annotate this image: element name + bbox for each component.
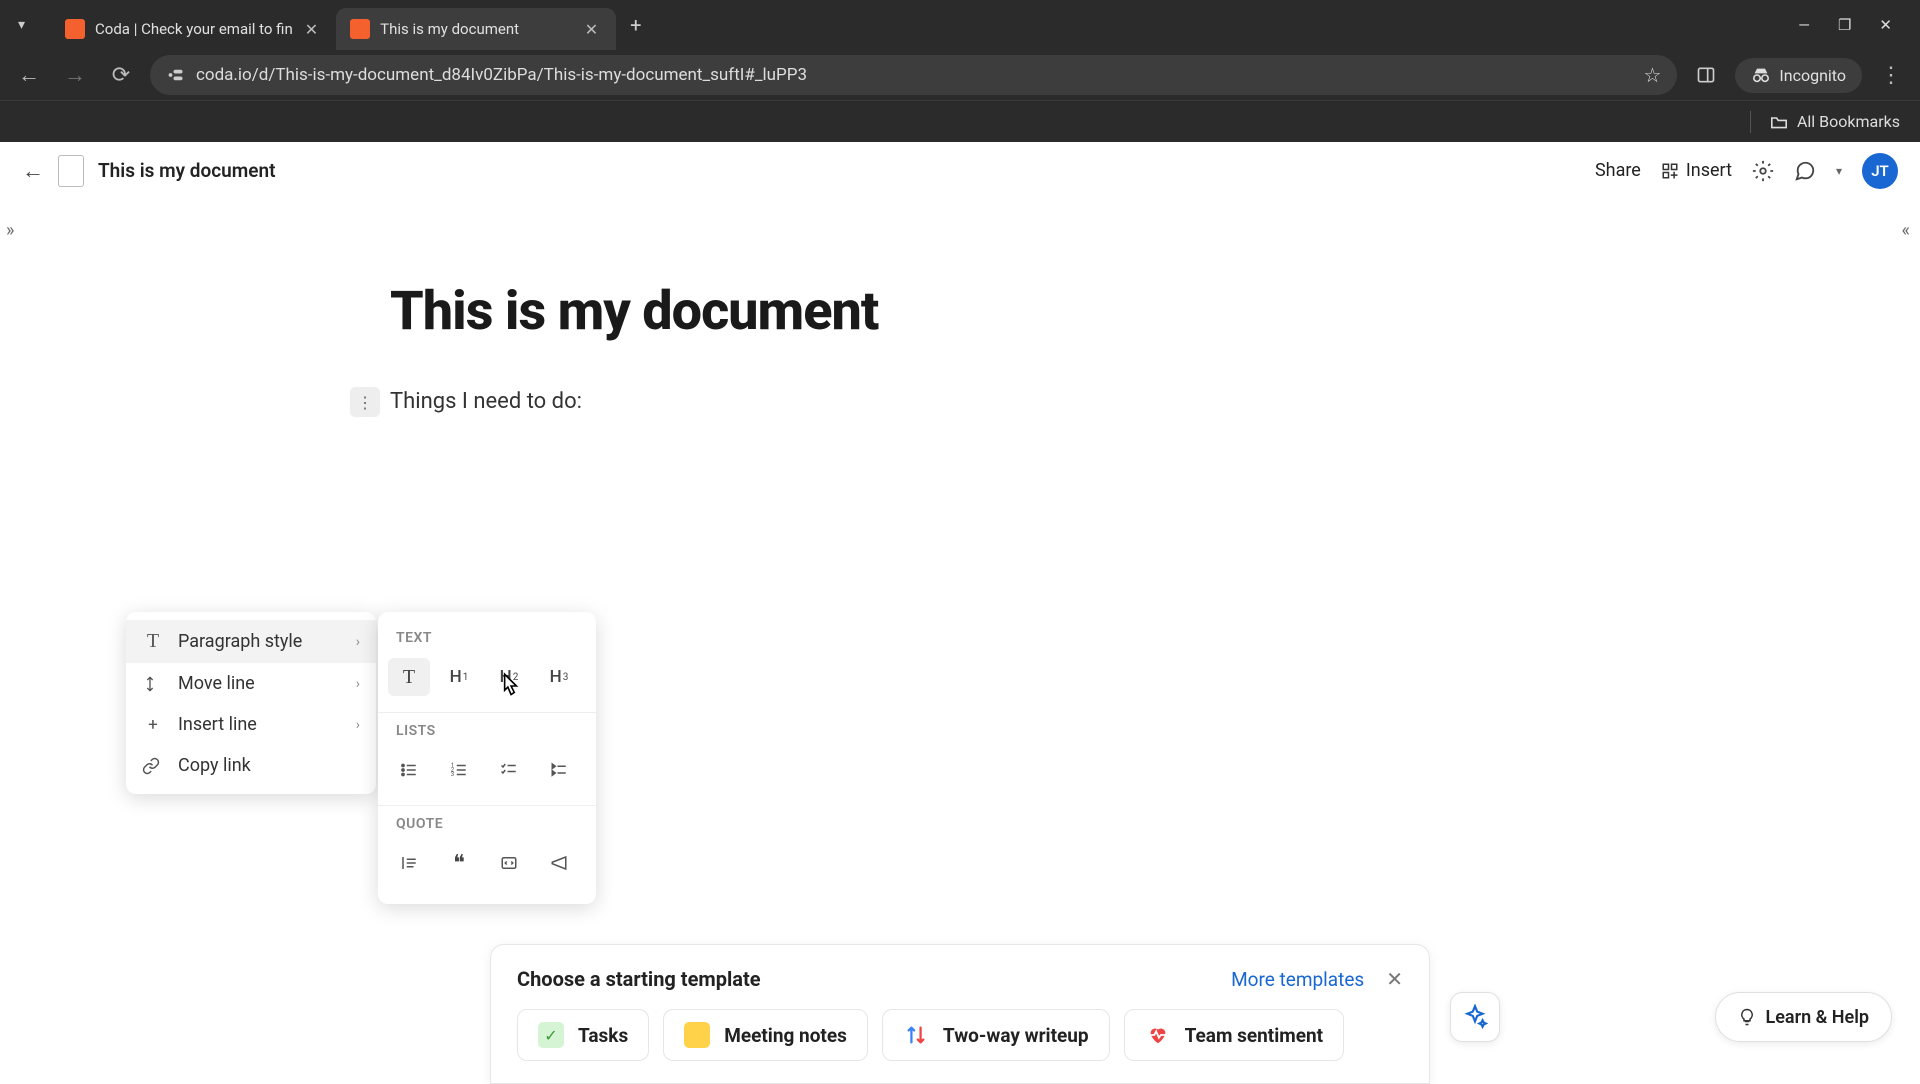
incognito-icon — [1751, 67, 1771, 83]
chevron-right-icon: › — [356, 676, 360, 692]
chevron-right-icon: › — [356, 634, 360, 650]
settings-gear-icon[interactable] — [1752, 160, 1774, 182]
template-meeting-notes[interactable]: Meeting notes — [663, 1009, 868, 1061]
ai-assist-button[interactable] — [1450, 992, 1500, 1042]
user-avatar[interactable]: JT — [1862, 153, 1898, 189]
style-blockquote-button[interactable] — [388, 844, 430, 882]
browser-tab-1[interactable]: Coda | Check your email to fin ✕ — [51, 8, 336, 50]
close-icon[interactable]: ✕ — [581, 18, 602, 41]
menu-item-insert-line[interactable]: + Insert line › — [126, 704, 376, 745]
reload-button[interactable]: ⟳ — [104, 57, 138, 94]
style-pullquote-button[interactable]: ❝ — [438, 844, 480, 882]
forward-button: → — [58, 56, 92, 94]
line-drag-handle-icon[interactable]: ⋮ — [350, 387, 380, 417]
line-context-menu: T Paragraph style › Move line › + Insert… — [126, 612, 376, 794]
address-bar-row: ← → ⟳ coda.io/d/This-is-my-document_d84I… — [0, 50, 1920, 100]
two-way-arrows-icon — [903, 1022, 929, 1048]
heart-pulse-icon — [1145, 1022, 1171, 1048]
section-label-quote: QUOTE — [378, 810, 596, 838]
menu-item-paragraph-style[interactable]: T Paragraph style › — [126, 620, 376, 663]
grid-plus-icon — [1661, 162, 1679, 180]
tab-1-title: Coda | Check your email to fin — [95, 20, 293, 38]
style-bullet-list-button[interactable] — [388, 751, 430, 789]
template-two-way-writeup[interactable]: Two-way writeup — [882, 1009, 1110, 1061]
share-button[interactable]: Share — [1595, 160, 1641, 181]
close-window-icon[interactable]: ✕ — [1879, 16, 1892, 34]
section-label-text: TEXT — [378, 624, 596, 652]
style-code-block-button[interactable] — [488, 844, 530, 882]
menu-item-copy-link[interactable]: Copy link — [126, 745, 376, 786]
text-style-icon: T — [142, 630, 164, 653]
section-label-lists: LISTS — [378, 717, 596, 745]
template-team-sentiment[interactable]: Team sentiment — [1124, 1009, 1344, 1061]
style-numbered-list-button[interactable]: 123 — [438, 751, 480, 789]
menu-item-move-line[interactable]: Move line › — [126, 663, 376, 704]
chevron-down-icon[interactable]: ▾ — [1836, 164, 1842, 178]
svg-text:3: 3 — [451, 771, 454, 778]
style-paragraph-button[interactable]: T — [388, 658, 430, 696]
browser-tab-2[interactable]: This is my document ✕ — [336, 8, 616, 50]
move-arrows-icon — [142, 675, 164, 693]
tab-search-dropdown-icon[interactable]: ▾ — [10, 17, 33, 33]
comments-icon[interactable] — [1794, 160, 1816, 182]
doc-title-header[interactable]: This is my document — [98, 159, 276, 182]
incognito-label: Incognito — [1779, 66, 1846, 85]
style-checklist-button[interactable] — [488, 751, 530, 789]
tab-2-title: This is my document — [380, 20, 573, 38]
incognito-indicator[interactable]: Incognito — [1735, 58, 1862, 93]
banner-title: Choose a starting template — [517, 967, 761, 991]
all-bookmarks-button[interactable]: All Bookmarks — [1797, 112, 1900, 131]
template-tasks[interactable]: ✓ Tasks — [517, 1009, 649, 1061]
coda-app: ← This is my document Share Insert ▾ JT … — [0, 142, 1920, 1080]
bookmark-star-icon[interactable]: ☆ — [1643, 63, 1661, 87]
url-input[interactable]: coda.io/d/This-is-my-document_d84Iv0ZibP… — [150, 55, 1677, 95]
bookmarks-bar: All Bookmarks — [0, 100, 1920, 142]
window-controls: — ❐ ✕ — [1798, 16, 1910, 34]
document-body[interactable]: This is my document ⋮ Things I need to d… — [0, 200, 1920, 414]
checkmark-icon: ✓ — [538, 1022, 564, 1048]
chevron-right-icon: › — [356, 717, 360, 733]
maximize-icon[interactable]: ❐ — [1838, 16, 1851, 34]
coda-favicon-icon — [350, 19, 370, 39]
lightbulb-icon — [1738, 1006, 1756, 1028]
minimize-icon[interactable]: — — [1798, 16, 1810, 34]
style-callout-button[interactable] — [538, 844, 580, 882]
page-title[interactable]: This is my document — [390, 280, 1920, 343]
note-icon — [684, 1022, 710, 1048]
folder-icon — [1769, 114, 1789, 130]
browser-chrome: ▾ Coda | Check your email to fin ✕ This … — [0, 0, 1920, 142]
browser-menu-icon[interactable]: ⋮ — [1874, 57, 1908, 94]
style-h1-button[interactable]: H1 — [438, 658, 480, 696]
side-panel-icon[interactable] — [1689, 59, 1723, 91]
mouse-cursor-icon — [497, 671, 523, 701]
template-banner: Choose a starting template More template… — [490, 944, 1430, 1084]
doc-icon[interactable] — [58, 155, 84, 187]
close-banner-icon[interactable]: ✕ — [1386, 967, 1403, 991]
learn-help-button[interactable]: Learn & Help — [1715, 992, 1892, 1042]
new-tab-button[interactable]: + — [616, 13, 655, 37]
text-line[interactable]: ⋮ Things I need to do: — [390, 389, 1920, 414]
coda-favicon-icon — [65, 19, 85, 39]
url-text: coda.io/d/This-is-my-document_d84Iv0ZibP… — [196, 65, 1631, 85]
insert-button[interactable]: Insert — [1661, 160, 1732, 181]
app-header: ← This is my document Share Insert ▾ JT — [0, 142, 1920, 200]
plus-icon: + — [142, 715, 164, 735]
back-button[interactable]: ← — [12, 56, 46, 94]
style-h3-button[interactable]: H3 — [538, 658, 580, 696]
app-back-button[interactable]: ← — [22, 158, 44, 184]
more-templates-link[interactable]: More templates — [1231, 968, 1364, 991]
browser-tab-bar: ▾ Coda | Check your email to fin ✕ This … — [0, 0, 1920, 50]
style-toggle-list-button[interactable] — [538, 751, 580, 789]
link-icon — [142, 757, 164, 775]
close-icon[interactable]: ✕ — [301, 18, 322, 41]
site-info-icon[interactable] — [166, 66, 184, 84]
paragraph-style-submenu: TEXT T H1 H2 H3 LISTS 123 QUOTE — [378, 612, 596, 904]
